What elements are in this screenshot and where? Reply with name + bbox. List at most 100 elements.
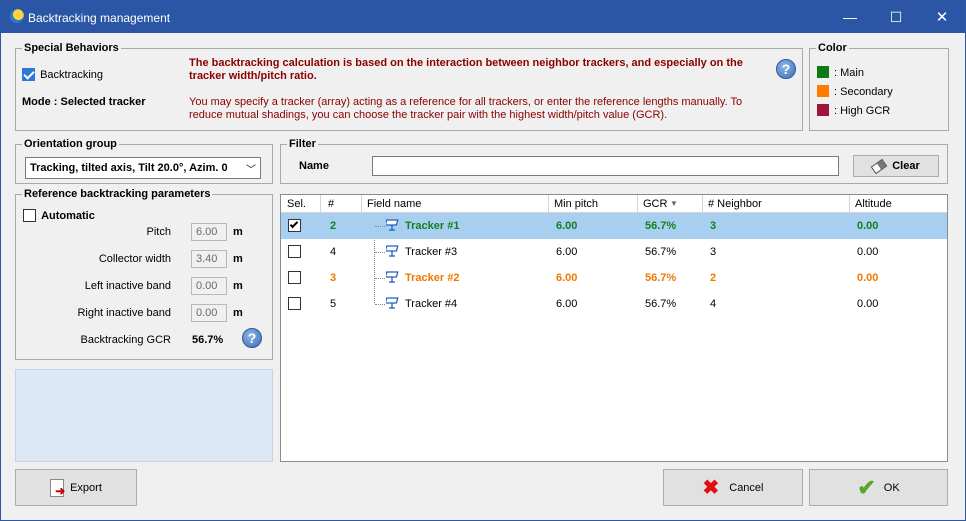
right-inactive-band-field[interactable]: 0.00 [191,304,227,322]
minimize-button[interactable]: — [827,1,873,33]
row-altitude: 0.00 [857,272,879,284]
row-altitude: 0.00 [857,298,879,310]
info-text: You may specify a tracker (array) acting… [189,96,743,121]
table-header: Sel. # Field name Min pitch GCR ▼ # Neig… [281,195,947,213]
row-gcr: 56.7% [645,272,677,284]
row-select-checkbox[interactable] [288,219,301,232]
row-min-pitch: 6.00 [556,298,578,310]
clear-button[interactable]: Clear [853,155,939,177]
row-field-name: Tracker #1 [405,220,460,232]
backtracking-gcr-label: Backtracking GCR [80,334,171,346]
backtracking-window: Backtracking management — ☐ ✕ Special Be… [0,0,966,521]
backtracking-label: Backtracking [40,68,104,81]
orientation-group: Orientation group Tracking, tilted axis,… [15,138,273,184]
row-number: 5 [330,298,337,310]
export-icon: ➜ [50,478,65,497]
table-row[interactable]: 5 Tracker #4 6.00 56.7% 4 0.00 [281,291,947,317]
left-inactive-band-field[interactable]: 0.00 [191,277,227,295]
close-button[interactable]: ✕ [919,1,965,33]
header-gcr[interactable]: GCR [643,198,667,210]
row-min-pitch: 6.00 [556,246,578,258]
right-inactive-band-label: Right inactive band [77,307,171,319]
row-gcr: 56.7% [645,220,677,232]
row-min-pitch: 6.00 [556,272,578,284]
row-altitude: 0.00 [857,220,879,232]
row-min-pitch: 6.00 [556,220,578,232]
row-select-checkbox[interactable] [288,297,301,310]
orientation-select-value: Tracking, tilted axis, Tilt 20.0°, Azim.… [30,162,228,174]
backtracking-check-icon[interactable] [22,68,35,81]
backtracking-checkbox[interactable]: Backtracking [22,68,103,81]
clear-button-label: Clear [892,160,920,172]
row-number: 3 [330,272,337,284]
color-legend-group: Color : Main : Secondary : High GCR [809,42,949,131]
preview-panel [15,369,273,462]
header-neighbor[interactable]: # Neighbor [708,198,762,210]
info-bold-text: The backtracking calculation is based on… [189,57,743,82]
orientation-select[interactable]: Tracking, tilted axis, Tilt 20.0°, Azim.… [25,157,261,179]
row-neighbor: 2 [710,272,717,284]
row-gcr: 56.7% [645,246,677,258]
left-inactive-band-unit: m [233,280,243,292]
row-field-name: Tracker #3 [405,246,458,258]
special-behaviors-group: Special Behaviors Backtracking Mode : Se… [15,42,803,131]
high-gcr-color-swatch [817,104,829,116]
row-gcr: 56.7% [645,298,677,310]
row-neighbor: 4 [710,298,717,310]
header-min-pitch[interactable]: Min pitch [554,198,598,210]
table-row[interactable]: 2 Tracker #1 6.00 56.7% 3 0.00 [281,213,947,239]
row-altitude: 0.00 [857,246,879,258]
export-button-label: Export [70,481,102,494]
tracker-icon [386,271,399,283]
table-row[interactable]: 3 Tracker #2 6.00 56.7% 2 0.00 [281,265,947,291]
row-select-checkbox[interactable] [288,271,301,284]
color-legend-title: Color [816,42,849,54]
row-number: 2 [330,220,337,232]
header-field-name[interactable]: Field name [367,198,421,210]
secondary-color-label: : Secondary [834,86,893,98]
cancel-button[interactable]: ✖ Cancel [663,469,803,506]
high-gcr-color-label: : High GCR [834,105,891,117]
ok-button[interactable]: ✔ OK [809,469,948,506]
tracker-icon [386,245,399,257]
main-color-swatch [817,66,829,78]
tracker-table: Sel. # Field name Min pitch GCR ▼ # Neig… [280,194,948,462]
sort-desc-icon[interactable]: ▼ [670,199,678,208]
maximize-button[interactable]: ☐ [873,1,919,33]
secondary-color-swatch [817,85,829,97]
window-title: Backtracking management [28,11,171,25]
help-icon[interactable]: ? [776,59,796,79]
filter-title: Filter [287,138,318,150]
filter-name-input[interactable] [372,156,839,176]
row-field-name: Tracker #2 [405,272,460,284]
app-icon [10,9,24,23]
row-neighbor: 3 [710,220,717,232]
collector-width-label: Collector width [98,253,171,265]
collector-width-field[interactable]: 3.40 [191,250,227,268]
pitch-field[interactable]: 6.00 [191,223,227,241]
tracker-icon [386,219,399,231]
cancel-button-label: Cancel [729,481,764,494]
automatic-label: Automatic [41,209,95,222]
automatic-checkbox[interactable]: Automatic [23,209,95,222]
automatic-check-icon[interactable] [23,209,36,222]
pitch-unit: m [233,226,243,238]
gcr-help-icon[interactable]: ? [242,328,262,348]
table-row[interactable]: 4 Tracker #3 6.00 56.7% 3 0.00 [281,239,947,265]
checkmark-icon: ✔ [857,474,876,500]
row-neighbor: 3 [710,246,717,258]
row-field-name: Tracker #4 [405,298,458,310]
backtracking-gcr-value: 56.7% [192,334,224,346]
export-button[interactable]: ➜ Export [15,469,137,506]
row-select-checkbox[interactable] [288,245,301,258]
orientation-group-title: Orientation group [22,138,119,150]
header-number[interactable]: # [328,198,334,210]
mode-label: Mode : Selected tracker [22,96,146,108]
right-inactive-band-unit: m [233,307,243,319]
header-altitude[interactable]: Altitude [855,198,892,210]
header-sel[interactable]: Sel. [287,198,306,210]
reference-parameters-title: Reference backtracking parameters [22,188,213,200]
reference-parameters-group: Reference backtracking parameters Automa… [15,188,273,360]
row-number: 4 [330,246,337,258]
chevron-down-icon[interactable]: ﹀ [246,161,256,176]
